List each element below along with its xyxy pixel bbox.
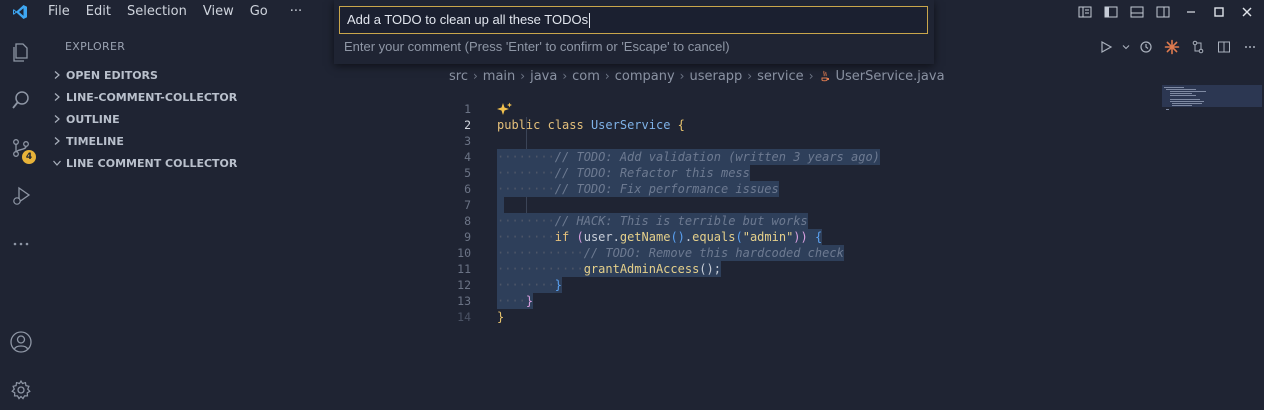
vscode-logo-icon [0,0,40,24]
sparkle-icon[interactable] [497,102,513,116]
source-control-icon[interactable] [0,128,42,168]
section-line-comment-collector-folder[interactable]: LINE-COMMENT-COLLECTOR [50,86,237,108]
chevron-right-icon [50,112,64,126]
menu-bar: File Edit Selection View Go ··· [40,0,310,24]
code-line: 6 [437,165,1157,213]
comment-input-hint: Enter your comment (Press 'Enter' to con… [344,39,730,54]
java-file-icon [819,70,831,82]
code-line: 7 ········// HACK: This is terrible but … [437,181,1157,229]
code-line: 9 ············// TODO: Remove this hardc… [437,213,1157,261]
explorer-sidebar: EXPLORER OPEN EDITORS LINE-COMMENT-COLLE… [42,24,437,410]
breadcrumb: src › main › java › com › company › userapp › … [449,67,945,85]
menu-file[interactable]: File [40,0,78,24]
code-line: 1 public class UserService { [437,85,1157,132]
breadcrumb-item[interactable]: userapp [689,69,742,84]
maximize-icon[interactable] [1206,0,1232,24]
code-line: 8 ········if (user.getName().equals("adm… [437,197,1157,245]
code-line: 14 [437,293,1157,324]
code-line: 4 ········// TODO: Refactor this mess [437,133,1157,181]
minimap-line [1170,95,1196,96]
minimap-line [1166,89,1196,90]
minimap-line [1170,93,1192,94]
chevron-right-icon [50,68,64,82]
chevron-right-icon: › [562,69,568,83]
section-timeline[interactable]: TIMELINE [50,130,124,152]
code-line: 12 ····} [437,261,1157,309]
code-line: 11 ········} [437,245,1157,293]
section-line-comment-collector-view[interactable]: LINE COMMENT COLLECTOR [50,152,237,174]
run-debug-icon[interactable] [0,176,42,216]
search-icon[interactable] [0,80,42,120]
code-line: 3 ········// TODO: Add validation (writt… [437,117,1157,165]
breadcrumb-item[interactable]: service [757,69,804,84]
chevron-right-icon: › [808,69,814,83]
breadcrumb-item[interactable]: com [572,69,600,84]
more-actions-icon[interactable] [1238,36,1262,58]
toggle-secondary-sidebar-icon[interactable] [1150,0,1176,24]
minimap-line [1170,101,1204,102]
chevron-right-icon [50,134,64,148]
source-control-badge: 4 [22,150,36,164]
section-label: OUTLINE [66,112,120,126]
minimap[interactable] [1162,85,1264,125]
minimize-icon[interactable] [1178,0,1204,24]
code-line: 13 } [437,277,1157,324]
toggle-primary-sidebar-icon[interactable] [1098,0,1124,24]
section-open-editors[interactable]: OPEN EDITORS [50,64,158,86]
customize-layout-icon[interactable] [1072,0,1098,24]
activity-bar: 4 [0,24,42,410]
token: } [497,310,505,324]
code-line: 5 ········// TODO: Fix performance issue… [437,149,1157,197]
minimap-line [1164,87,1184,88]
open-changes-icon[interactable] [1186,36,1210,58]
editor-area: src › main › java › com › company › userapp › … [437,24,1264,410]
menu-go[interactable]: Go [242,0,276,24]
code-line: 10 ············grantAdminAccess(); [437,229,1157,277]
menu-more-icon[interactable]: ··· [282,0,310,24]
section-label: OPEN EDITORS [66,68,158,82]
close-icon[interactable] [1234,0,1260,24]
history-icon[interactable] [1134,36,1158,58]
breadcrumb-item[interactable]: main [483,69,515,84]
code-editor[interactable]: 1 public class UserService { 2 public vo… [437,85,1157,324]
explorer-icon[interactable] [0,32,42,72]
breadcrumb-item[interactable]: company [615,69,675,84]
more-views-icon[interactable] [0,224,42,264]
toggle-panel-icon[interactable] [1124,0,1150,24]
settings-gear-icon[interactable] [0,370,42,410]
minimap-line [1166,109,1169,110]
menu-selection[interactable]: Selection [119,0,195,24]
claude-spark-icon[interactable] [1160,36,1184,58]
chevron-right-icon: › [604,69,610,83]
section-label: TIMELINE [66,134,124,148]
chevron-right-icon: › [747,69,753,83]
breadcrumb-item[interactable]: src [449,69,468,84]
sidebar-title: EXPLORER [65,40,126,53]
section-label: LINE-COMMENT-COLLECTOR [66,90,238,104]
editor-actions [1094,36,1264,58]
breadcrumb-item[interactable]: java [530,69,557,84]
minimap-line [1172,103,1202,104]
minimap-line [1170,91,1206,92]
section-outline[interactable]: OUTLINE [50,108,120,130]
code-line: 2 public void processUser(User user) { [437,101,1157,165]
breadcrumb-file[interactable]: UserService.java [836,69,945,84]
menu-edit[interactable]: Edit [78,0,119,24]
run-dropdown-chevron-icon[interactable] [1120,36,1132,58]
section-label: LINE COMMENT COLLECTOR [66,156,238,170]
comment-input[interactable]: Add a TODO to clean up all these TODOs [339,6,928,34]
split-editor-icon[interactable] [1212,36,1236,58]
chevron-right-icon: › [520,69,526,83]
minimap-line [1170,99,1200,100]
chevron-right-icon: › [679,69,685,83]
comment-input-widget: Add a TODO to clean up all these TODOs E… [334,0,934,64]
chevron-down-icon [50,156,64,170]
chevron-right-icon: › [472,69,478,83]
minimap-line [1172,105,1192,106]
menu-view[interactable]: View [195,0,242,24]
run-icon[interactable] [1094,36,1118,58]
chevron-right-icon [50,90,64,104]
account-icon[interactable] [0,322,42,362]
line-number: 14 [457,310,471,324]
